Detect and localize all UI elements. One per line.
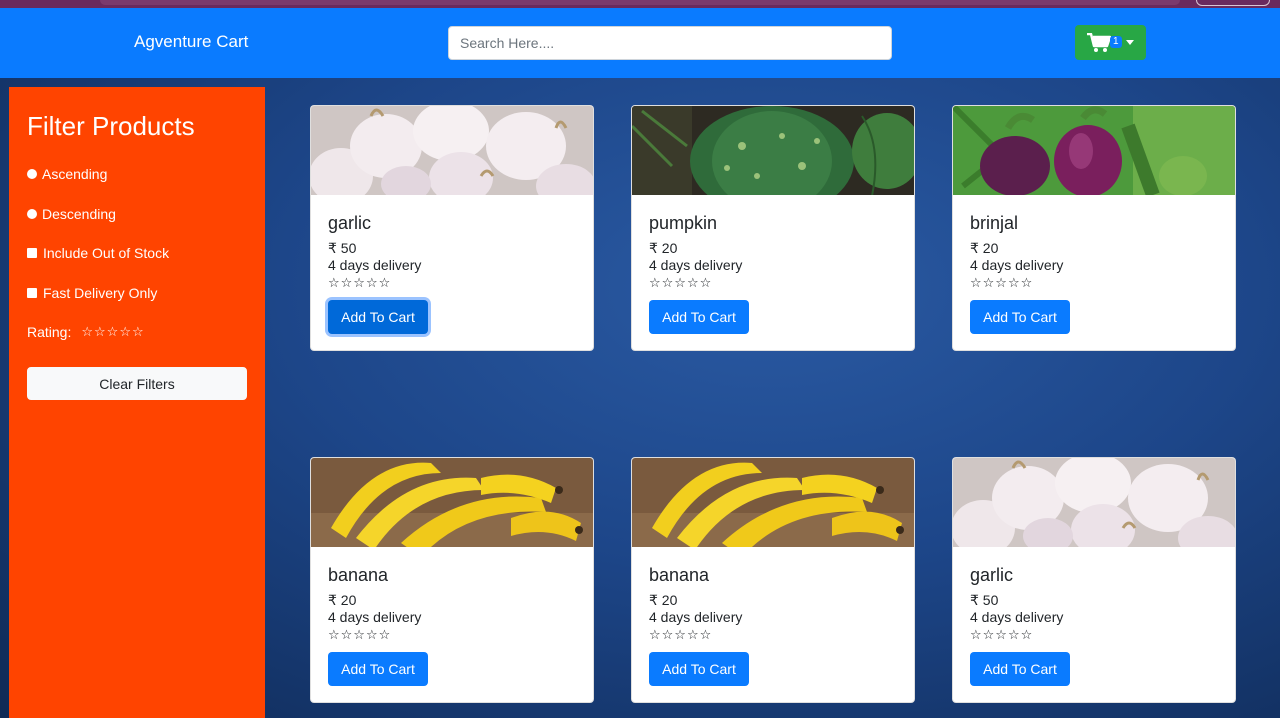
product-price: ₹ 20 xyxy=(328,592,357,608)
product-delivery: 4 days delivery xyxy=(970,257,1064,273)
product-price: ₹ 50 xyxy=(970,592,999,608)
rating-stars[interactable]: ☆☆☆☆☆ xyxy=(81,324,144,340)
top-strip-bar xyxy=(100,0,1180,5)
product-rating-stars: ☆☆☆☆☆ xyxy=(328,275,392,290)
product-rating-stars: ☆☆☆☆☆ xyxy=(970,275,1034,290)
fast-delivery-label: Fast Delivery Only xyxy=(43,285,158,301)
cart-icon xyxy=(1087,33,1111,52)
product-rating-stars: ☆☆☆☆☆ xyxy=(649,627,713,642)
add-to-cart-button[interactable]: Add To Cart xyxy=(970,652,1070,686)
fast-delivery-checkbox[interactable] xyxy=(27,288,37,298)
add-to-cart-button[interactable]: Add To Cart xyxy=(649,652,749,686)
product-name: brinjal xyxy=(970,213,1019,233)
garlic-image xyxy=(953,458,1235,547)
product-delivery: 4 days delivery xyxy=(328,609,422,625)
out-of-stock-checkbox[interactable] xyxy=(27,248,37,258)
product-card: banana ₹ 20 4 days delivery ☆☆☆☆☆ Add To… xyxy=(310,457,594,703)
descending-label: Descending xyxy=(42,206,116,222)
filter-sidebar: Filter Products Ascending Descending Inc… xyxy=(9,87,265,718)
cart-dropdown-button[interactable]: 1 xyxy=(1075,25,1146,60)
product-delivery: 4 days delivery xyxy=(649,257,743,273)
add-to-cart-button[interactable]: Add To Cart xyxy=(328,652,428,686)
product-delivery: 4 days delivery xyxy=(649,609,743,625)
ascending-radio[interactable] xyxy=(27,169,37,179)
fast-delivery-option[interactable]: Fast Delivery Only xyxy=(27,285,157,301)
filter-title: Filter Products xyxy=(27,111,195,141)
banana-image xyxy=(311,458,593,547)
product-card: banana ₹ 20 4 days delivery ☆☆☆☆☆ Add To… xyxy=(631,457,915,703)
brand-link[interactable]: Agventure Cart xyxy=(134,32,248,52)
garlic-image xyxy=(311,106,593,195)
product-price: ₹ 50 xyxy=(328,240,357,256)
add-to-cart-button[interactable]: Add To Cart xyxy=(649,300,749,334)
banana-image xyxy=(632,458,914,547)
ascending-label: Ascending xyxy=(42,166,108,182)
rating-label: Rating: xyxy=(27,324,72,340)
product-card: garlic ₹ 50 4 days delivery ☆☆☆☆☆ Add To… xyxy=(310,105,594,351)
product-name: pumpkin xyxy=(649,213,718,233)
ascending-option[interactable]: Ascending xyxy=(27,166,107,182)
add-to-cart-button[interactable]: Add To Cart xyxy=(328,300,428,334)
product-card: garlic ₹ 50 4 days delivery ☆☆☆☆☆ Add To… xyxy=(952,457,1236,703)
out-of-stock-option[interactable]: Include Out of Stock xyxy=(27,245,169,261)
browser-top-strip xyxy=(0,0,1280,8)
add-to-cart-button[interactable]: Add To Cart xyxy=(970,300,1070,334)
out-of-stock-label: Include Out of Stock xyxy=(43,245,170,261)
product-rating-stars: ☆☆☆☆☆ xyxy=(328,627,392,642)
pumpkin-image xyxy=(632,106,914,195)
clear-filters-button[interactable]: Clear Filters xyxy=(27,367,247,400)
product-price: ₹ 20 xyxy=(649,592,678,608)
search-input[interactable] xyxy=(448,26,892,60)
product-price: ₹ 20 xyxy=(970,240,999,256)
descending-radio[interactable] xyxy=(27,209,37,219)
product-name: banana xyxy=(328,565,389,585)
cart-count-badge: 1 xyxy=(1110,36,1122,48)
product-delivery: 4 days delivery xyxy=(970,609,1064,625)
product-rating-stars: ☆☆☆☆☆ xyxy=(649,275,713,290)
product-name: garlic xyxy=(970,565,1014,585)
brinjal-image xyxy=(953,106,1235,195)
product-card: brinjal ₹ 20 4 days delivery ☆☆☆☆☆ Add T… xyxy=(952,105,1236,351)
rating-filter: Rating: ☆☆☆☆☆ xyxy=(27,324,145,340)
product-card: pumpkin ₹ 20 4 days delivery ☆☆☆☆☆ Add T… xyxy=(631,105,915,351)
navbar: Agventure Cart 1 xyxy=(0,8,1280,78)
top-strip-pill xyxy=(1196,0,1270,6)
product-name: banana xyxy=(649,565,710,585)
product-rating-stars: ☆☆☆☆☆ xyxy=(970,627,1034,642)
product-price: ₹ 20 xyxy=(649,240,678,256)
descending-option[interactable]: Descending xyxy=(27,206,116,222)
product-delivery: 4 days delivery xyxy=(328,257,422,273)
product-name: garlic xyxy=(328,213,372,233)
chevron-down-icon xyxy=(1126,40,1134,45)
